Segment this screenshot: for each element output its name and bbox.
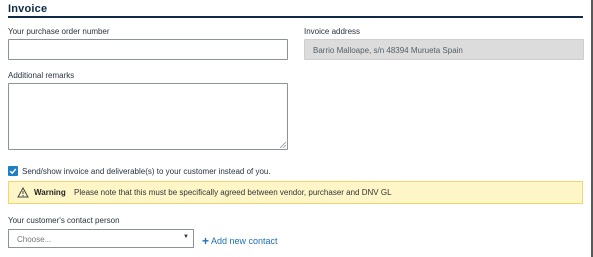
- warning-message: Please note that this must be specifical…: [74, 188, 392, 197]
- checkmark-icon: [9, 168, 17, 175]
- remarks-textarea[interactable]: [8, 83, 288, 150]
- po-number-input[interactable]: [8, 39, 288, 60]
- plus-icon: +: [202, 234, 210, 248]
- invoice-address-label: Invoice address: [304, 27, 361, 36]
- po-number-label: Your purchase order number: [8, 27, 110, 36]
- send-to-customer-label[interactable]: Send/show invoice and deliverable(s) to …: [22, 167, 271, 176]
- add-contact-button[interactable]: + Add new contact: [202, 233, 278, 248]
- send-to-customer-checkbox[interactable]: [8, 166, 18, 176]
- warning-banner: Warning Please note that this must be sp…: [8, 181, 583, 204]
- contact-select-value: Choose...: [17, 235, 52, 244]
- warning-triangle-icon: [17, 187, 29, 198]
- section-divider: [8, 16, 583, 18]
- section-title: Invoice: [8, 3, 48, 15]
- contact-select[interactable]: Choose... ▼: [8, 229, 194, 248]
- resize-grip-icon[interactable]: [280, 142, 286, 148]
- warning-title: Warning: [34, 188, 66, 197]
- contact-label: Your customer's contact person: [8, 216, 120, 225]
- chevron-down-icon: ▼: [183, 234, 189, 240]
- add-contact-label: Add new contact: [211, 236, 278, 246]
- invoice-address-field: Barrio Malloape, s/n 48394 Murueta Spain: [304, 39, 584, 60]
- remarks-label: Additional remarks: [8, 71, 75, 80]
